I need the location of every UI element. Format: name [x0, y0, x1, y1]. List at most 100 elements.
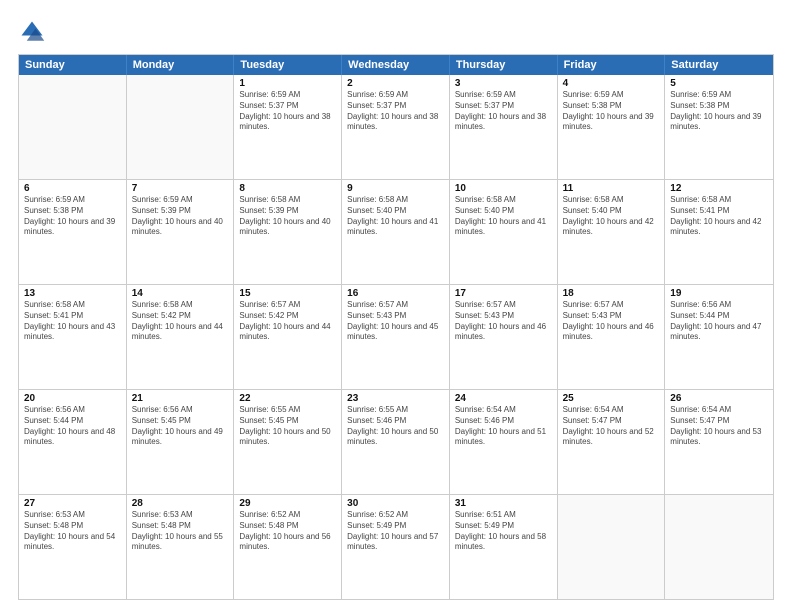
calendar-header-cell: Friday	[558, 55, 666, 75]
cell-content: Sunrise: 6:59 AM Sunset: 5:37 PM Dayligh…	[455, 90, 552, 133]
cell-content: Sunrise: 6:59 AM Sunset: 5:38 PM Dayligh…	[563, 90, 660, 133]
day-number: 19	[670, 288, 768, 299]
cell-content: Sunrise: 6:52 AM Sunset: 5:49 PM Dayligh…	[347, 510, 444, 553]
day-number: 13	[24, 288, 121, 299]
cell-content: Sunrise: 6:57 AM Sunset: 5:43 PM Dayligh…	[455, 300, 552, 343]
calendar-header-cell: Thursday	[450, 55, 558, 75]
calendar-cell	[665, 495, 773, 599]
cell-content: Sunrise: 6:58 AM Sunset: 5:40 PM Dayligh…	[563, 195, 660, 238]
day-number: 4	[563, 78, 660, 89]
cell-content: Sunrise: 6:59 AM Sunset: 5:38 PM Dayligh…	[24, 195, 121, 238]
calendar-cell	[558, 495, 666, 599]
calendar-row: 27 Sunrise: 6:53 AM Sunset: 5:48 PM Dayli…	[19, 494, 773, 599]
cell-content: Sunrise: 6:58 AM Sunset: 5:41 PM Dayligh…	[670, 195, 768, 238]
calendar-cell: 26Sunrise: 6:54 AM Sunset: 5:47 PM Dayli…	[665, 390, 773, 494]
calendar-cell: 1Sunrise: 6:59 AM Sunset: 5:37 PM Daylig…	[234, 75, 342, 179]
cell-content: Sunrise: 6:56 AM Sunset: 5:45 PM Dayligh…	[132, 405, 229, 448]
day-number: 15	[239, 288, 336, 299]
calendar-header-cell: Tuesday	[234, 55, 342, 75]
cell-content: Sunrise: 6:54 AM Sunset: 5:47 PM Dayligh…	[563, 405, 660, 448]
day-number: 30	[347, 498, 444, 509]
calendar-header-cell: Wednesday	[342, 55, 450, 75]
calendar-cell: 24Sunrise: 6:54 AM Sunset: 5:46 PM Dayli…	[450, 390, 558, 494]
day-number: 14	[132, 288, 229, 299]
cell-content: Sunrise: 6:54 AM Sunset: 5:46 PM Dayligh…	[455, 405, 552, 448]
day-number: 22	[239, 393, 336, 404]
calendar-cell: 30Sunrise: 6:52 AM Sunset: 5:49 PM Dayli…	[342, 495, 450, 599]
calendar-cell: 12Sunrise: 6:58 AM Sunset: 5:41 PM Dayli…	[665, 180, 773, 284]
day-number: 29	[239, 498, 336, 509]
calendar-row: 20Sunrise: 6:56 AM Sunset: 5:44 PM Dayli…	[19, 389, 773, 494]
cell-content: Sunrise: 6:53 AM Sunset: 5:48 PM Dayligh…	[132, 510, 229, 553]
calendar-cell: 11Sunrise: 6:58 AM Sunset: 5:40 PM Dayli…	[558, 180, 666, 284]
cell-content: Sunrise: 6:57 AM Sunset: 5:42 PM Dayligh…	[239, 300, 336, 343]
day-number: 21	[132, 393, 229, 404]
day-number: 1	[239, 78, 336, 89]
calendar-cell: 9Sunrise: 6:58 AM Sunset: 5:40 PM Daylig…	[342, 180, 450, 284]
logo-icon	[18, 18, 46, 46]
cell-content: Sunrise: 6:56 AM Sunset: 5:44 PM Dayligh…	[24, 405, 121, 448]
cell-content: Sunrise: 6:58 AM Sunset: 5:40 PM Dayligh…	[347, 195, 444, 238]
cell-content: Sunrise: 6:59 AM Sunset: 5:39 PM Dayligh…	[132, 195, 229, 238]
calendar-cell: 22Sunrise: 6:55 AM Sunset: 5:45 PM Dayli…	[234, 390, 342, 494]
calendar-cell: 19Sunrise: 6:56 AM Sunset: 5:44 PM Dayli…	[665, 285, 773, 389]
day-number: 26	[670, 393, 768, 404]
calendar-cell: 21Sunrise: 6:56 AM Sunset: 5:45 PM Dayli…	[127, 390, 235, 494]
calendar-cell: 4Sunrise: 6:59 AM Sunset: 5:38 PM Daylig…	[558, 75, 666, 179]
day-number: 11	[563, 183, 660, 194]
day-number: 27	[24, 498, 121, 509]
day-number: 9	[347, 183, 444, 194]
cell-content: Sunrise: 6:57 AM Sunset: 5:43 PM Dayligh…	[347, 300, 444, 343]
day-number: 28	[132, 498, 229, 509]
day-number: 16	[347, 288, 444, 299]
calendar-cell: 25Sunrise: 6:54 AM Sunset: 5:47 PM Dayli…	[558, 390, 666, 494]
header	[18, 18, 774, 46]
calendar-cell: 20Sunrise: 6:56 AM Sunset: 5:44 PM Dayli…	[19, 390, 127, 494]
calendar-cell: 2Sunrise: 6:59 AM Sunset: 5:37 PM Daylig…	[342, 75, 450, 179]
day-number: 24	[455, 393, 552, 404]
cell-content: Sunrise: 6:58 AM Sunset: 5:42 PM Dayligh…	[132, 300, 229, 343]
calendar-cell: 5Sunrise: 6:59 AM Sunset: 5:38 PM Daylig…	[665, 75, 773, 179]
calendar-cell: 23Sunrise: 6:55 AM Sunset: 5:46 PM Dayli…	[342, 390, 450, 494]
calendar-row: 6Sunrise: 6:59 AM Sunset: 5:38 PM Daylig…	[19, 179, 773, 284]
day-number: 18	[563, 288, 660, 299]
day-number: 25	[563, 393, 660, 404]
day-number: 17	[455, 288, 552, 299]
calendar-header-cell: Sunday	[19, 55, 127, 75]
cell-content: Sunrise: 6:58 AM Sunset: 5:40 PM Dayligh…	[455, 195, 552, 238]
day-number: 3	[455, 78, 552, 89]
cell-content: Sunrise: 6:55 AM Sunset: 5:45 PM Dayligh…	[239, 405, 336, 448]
cell-content: Sunrise: 6:57 AM Sunset: 5:43 PM Dayligh…	[563, 300, 660, 343]
cell-content: Sunrise: 6:59 AM Sunset: 5:37 PM Dayligh…	[347, 90, 444, 133]
calendar-cell: 28Sunrise: 6:53 AM Sunset: 5:48 PM Dayli…	[127, 495, 235, 599]
calendar-cell	[127, 75, 235, 179]
cell-content: Sunrise: 6:59 AM Sunset: 5:38 PM Dayligh…	[670, 90, 768, 133]
calendar-cell: 18Sunrise: 6:57 AM Sunset: 5:43 PM Dayli…	[558, 285, 666, 389]
cell-content: Sunrise: 6:58 AM Sunset: 5:41 PM Dayligh…	[24, 300, 121, 343]
calendar: SundayMondayTuesdayWednesdayThursdayFrid…	[18, 54, 774, 600]
calendar-cell	[19, 75, 127, 179]
calendar-cell: 6Sunrise: 6:59 AM Sunset: 5:38 PM Daylig…	[19, 180, 127, 284]
day-number: 23	[347, 393, 444, 404]
calendar-cell: 31Sunrise: 6:51 AM Sunset: 5:49 PM Dayli…	[450, 495, 558, 599]
cell-content: Sunrise: 6:55 AM Sunset: 5:46 PM Dayligh…	[347, 405, 444, 448]
calendar-row: 13Sunrise: 6:58 AM Sunset: 5:41 PM Dayli…	[19, 284, 773, 389]
cell-content: Sunrise: 6:56 AM Sunset: 5:44 PM Dayligh…	[670, 300, 768, 343]
cell-content: Sunrise: 6:58 AM Sunset: 5:39 PM Dayligh…	[239, 195, 336, 238]
calendar-cell: 13Sunrise: 6:58 AM Sunset: 5:41 PM Dayli…	[19, 285, 127, 389]
calendar-row: 1Sunrise: 6:59 AM Sunset: 5:37 PM Daylig…	[19, 75, 773, 179]
page: SundayMondayTuesdayWednesdayThursdayFrid…	[0, 0, 792, 612]
calendar-cell: 14Sunrise: 6:58 AM Sunset: 5:42 PM Dayli…	[127, 285, 235, 389]
logo	[18, 18, 50, 46]
calendar-cell: 10Sunrise: 6:58 AM Sunset: 5:40 PM Dayli…	[450, 180, 558, 284]
day-number: 8	[239, 183, 336, 194]
calendar-header: SundayMondayTuesdayWednesdayThursdayFrid…	[19, 55, 773, 75]
calendar-cell: 15Sunrise: 6:57 AM Sunset: 5:42 PM Dayli…	[234, 285, 342, 389]
cell-content: Sunrise: 6:52 AM Sunset: 5:48 PM Dayligh…	[239, 510, 336, 553]
cell-content: Sunrise: 6:59 AM Sunset: 5:37 PM Dayligh…	[239, 90, 336, 133]
day-number: 2	[347, 78, 444, 89]
day-number: 7	[132, 183, 229, 194]
calendar-cell: 29Sunrise: 6:52 AM Sunset: 5:48 PM Dayli…	[234, 495, 342, 599]
day-number: 10	[455, 183, 552, 194]
calendar-cell: 7Sunrise: 6:59 AM Sunset: 5:39 PM Daylig…	[127, 180, 235, 284]
